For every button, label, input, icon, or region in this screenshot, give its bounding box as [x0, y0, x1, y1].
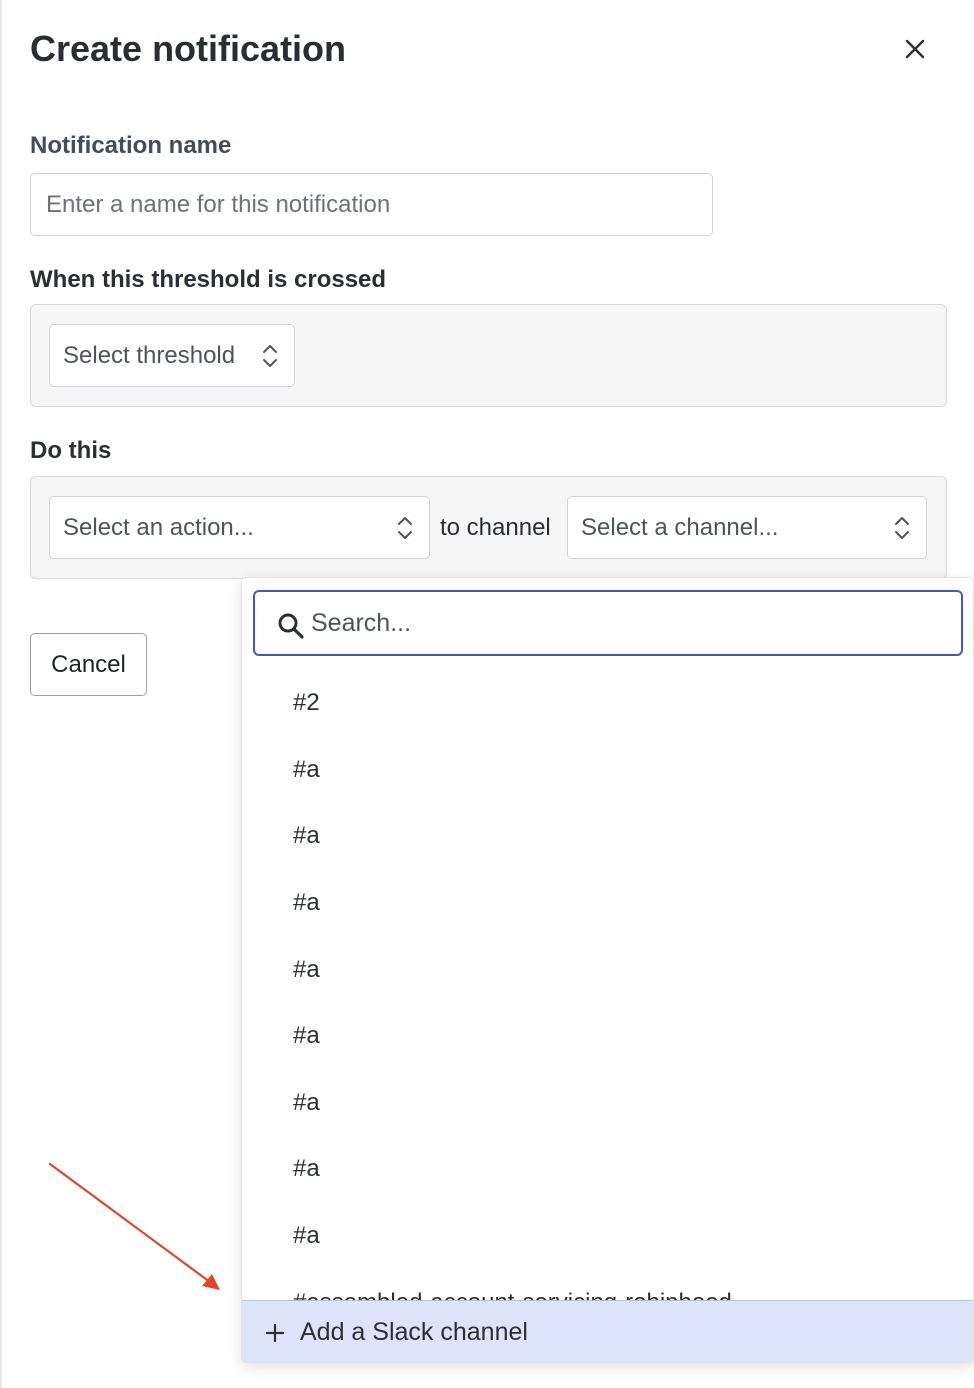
threshold-select[interactable]: Select threshold [49, 324, 295, 387]
plus-icon [265, 1323, 285, 1342]
channel-option[interactable]: #a [242, 1070, 973, 1137]
threshold-label: When this threshold is crossed [30, 266, 387, 293]
dialog-title: Create notification [30, 28, 347, 69]
channel-search-box[interactable] [253, 590, 963, 656]
channel-option[interactable]: #2 [242, 670, 973, 737]
chevron-up-down-icon [398, 516, 412, 539]
do-this-label: Do this [30, 437, 112, 464]
notification-name-input[interactable] [30, 173, 713, 236]
action-select-value: Select an action... [63, 513, 254, 541]
channel-list: #2 #a #a #a #a #a #a #a #a #assembled-ac… [242, 670, 973, 1300]
channel-option[interactable]: #a [242, 1203, 973, 1270]
search-icon [278, 613, 304, 639]
channel-option[interactable]: #a [242, 1003, 973, 1070]
add-slack-channel-label: Add a Slack channel [300, 1318, 528, 1346]
threshold-select-value: Select threshold [63, 341, 236, 369]
cancel-button[interactable]: Cancel [30, 633, 147, 696]
channel-option[interactable]: #a [242, 870, 973, 937]
channel-option[interactable]: #assembled-account-servicing-robinhood [242, 1269, 973, 1300]
chevron-up-down-icon [895, 516, 909, 539]
notification-name-label: Notification name [30, 132, 232, 159]
channel-option[interactable]: #a [242, 1136, 973, 1203]
channel-dropdown-menu: #2 #a #a #a #a #a #a #a #a #assembled-ac… [241, 577, 974, 1363]
action-panel: Select an action... to channel Select a … [30, 476, 947, 579]
channel-option[interactable]: #a [242, 803, 973, 870]
to-channel-text: to channel [440, 514, 551, 541]
channel-option[interactable]: #a [242, 936, 973, 1003]
channel-select-value: Select a channel... [581, 513, 779, 541]
add-slack-channel-button[interactable]: Add a Slack channel [242, 1300, 973, 1362]
channel-search-input[interactable] [311, 600, 951, 646]
channel-select[interactable]: Select a channel... [567, 496, 927, 559]
arrow-icon [48, 1162, 220, 1290]
close-button[interactable] [896, 30, 934, 68]
threshold-panel: Select threshold [30, 304, 947, 407]
left-edge-divider [0, 0, 2, 1388]
chevron-up-down-icon [263, 344, 277, 367]
create-notification-page: Create notification Notification name Wh… [0, 0, 974, 1388]
action-select[interactable]: Select an action... [49, 496, 430, 559]
channel-option[interactable]: #a [242, 737, 973, 804]
close-icon [905, 39, 925, 59]
